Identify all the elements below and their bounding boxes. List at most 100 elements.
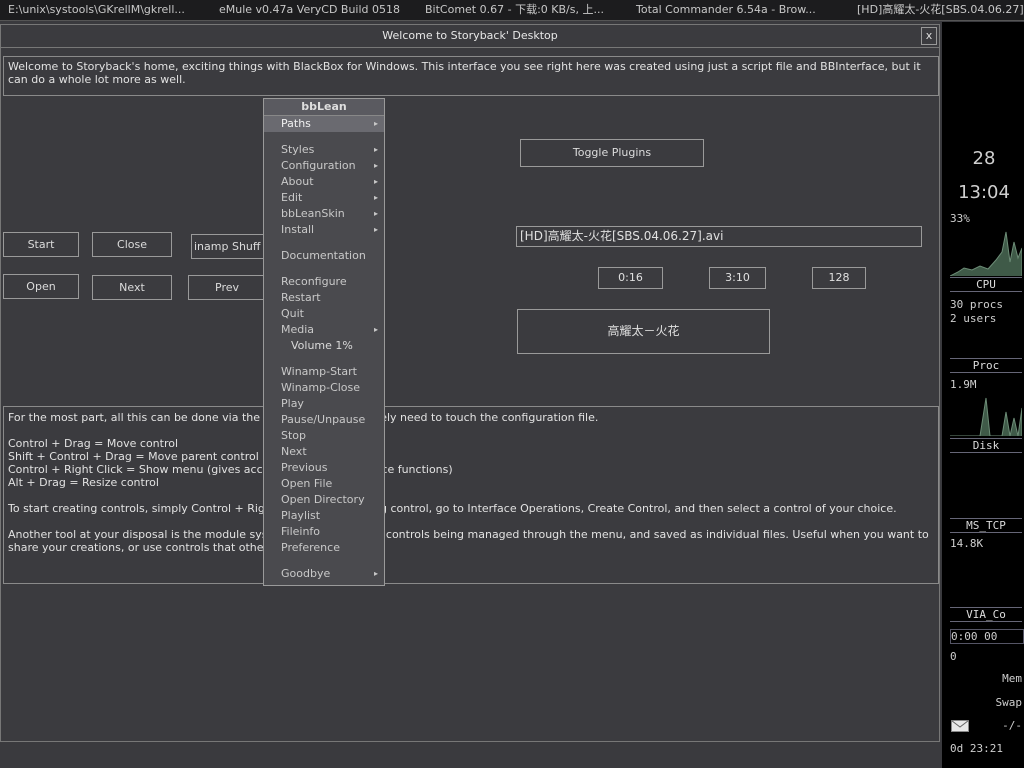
menu-item-label: Play	[281, 397, 304, 410]
gk-cpu-label[interactable]: CPU	[950, 277, 1022, 292]
gk-users: 2 users	[950, 312, 997, 325]
gk-net-label[interactable]: MS_TCP	[950, 518, 1022, 533]
bblean-menu: bbLean Paths ▸ Styles ▸ Configuration ▸ About ▸…	[263, 98, 385, 586]
help-control-line: Shift + Control + Drag = Move parent con…	[8, 450, 259, 463]
gk-disk-label[interactable]: Disk	[950, 438, 1022, 453]
taskbar-item-emule[interactable]: eMule v0.47a VeryCD Build 0518	[211, 0, 417, 20]
submenu-arrow-icon: ▸	[373, 209, 378, 218]
menu-item-label: Install	[281, 223, 315, 236]
menu-item-label: Pause/Unpause	[281, 413, 366, 426]
submenu-arrow-icon: ▸	[373, 177, 378, 186]
help-module-system: Another tool at your disposal is the mod…	[8, 528, 929, 554]
welcome-panel: Welcome to Storyback's home, exciting th…	[3, 56, 939, 96]
menu-item-label: Paths	[281, 117, 311, 130]
menu-item-next[interactable]: Next	[264, 444, 384, 460]
menu-items: Paths ▸ Styles ▸ Configuration ▸ About ▸ Edit ▸ bb…	[264, 116, 384, 582]
menu-item-pause-unpause[interactable]: Pause/Unpause	[264, 412, 384, 428]
menu-title: bbLean	[264, 99, 384, 116]
taskbar-item-total-commander[interactable]: Total Commander 6.54a - Brow...	[628, 0, 849, 20]
menu-item-about[interactable]: About ▸	[264, 174, 384, 190]
menu-item-label: Playlist	[281, 509, 321, 522]
close-icon[interactable]: x	[921, 27, 937, 45]
help-control-line: Alt + Drag = Resize control	[8, 476, 159, 489]
help-intro: For the most part, all this can be done …	[8, 411, 599, 424]
menu-separator	[264, 132, 384, 142]
menu-item-reconfigure[interactable]: Reconfigure	[264, 274, 384, 290]
close-button[interactable]: Close	[92, 232, 172, 257]
menu-separator	[264, 556, 384, 566]
submenu-arrow-icon: ▸	[373, 325, 378, 334]
menu-item-preference[interactable]: Preference	[264, 540, 384, 556]
menu-item-label: Goodbye	[281, 567, 331, 580]
gk-via-label[interactable]: VIA_Co	[950, 607, 1022, 622]
gkrellm-panel: 28 13:04 33% CPU 30 procs 2 users Proc 1…	[942, 22, 1024, 768]
storyback-desktop-window: Welcome to Storyback' Desktop x Welcome …	[0, 24, 940, 742]
menu-item-paths[interactable]: Paths ▸	[264, 116, 384, 132]
cpu-graph	[950, 231, 1022, 276]
menu-item-winamp-close[interactable]: Winamp-Close	[264, 380, 384, 396]
time-elapsed-display: 0:16	[598, 267, 663, 289]
submenu-arrow-icon: ▸	[373, 145, 378, 154]
prev-button[interactable]: Prev	[188, 275, 266, 300]
menu-item-fileinfo[interactable]: Fileinfo	[264, 524, 384, 540]
menu-item-playlist[interactable]: Playlist	[264, 508, 384, 524]
gk-mem-label[interactable]: Mem	[950, 672, 1022, 685]
menu-item-play[interactable]: Play	[264, 396, 384, 412]
menu-item-label: Configuration	[281, 159, 356, 172]
menu-item-restart[interactable]: Restart	[264, 290, 384, 306]
mail-icon[interactable]	[951, 720, 969, 732]
menu-item-styles[interactable]: Styles ▸	[264, 142, 384, 158]
gk-via-value: 0	[950, 650, 957, 663]
gk-proc-label[interactable]: Proc	[950, 358, 1022, 373]
menu-item-documentation[interactable]: Documentation	[264, 248, 384, 264]
disk-graph	[950, 397, 1022, 436]
winamp-shuffle-button[interactable]: inamp Shuff	[191, 234, 265, 259]
menu-item-label: Styles	[281, 143, 315, 156]
menu-item-winamp-start[interactable]: Winamp-Start	[264, 364, 384, 380]
menu-separator	[264, 354, 384, 364]
menu-item-goodbye[interactable]: Goodbye ▸	[264, 566, 384, 582]
menu-item-configuration[interactable]: Configuration ▸	[264, 158, 384, 174]
help-panel: For the most part, all this can be done …	[3, 406, 939, 584]
menu-item-label: Previous	[281, 461, 328, 474]
help-control-line: Control + Right Click = Show menu (gives…	[8, 463, 453, 476]
toggle-plugins-button[interactable]: Toggle Plugins	[520, 139, 704, 167]
menu-item-label: Documentation	[281, 249, 366, 262]
gk-uptime: 0d 23:21	[950, 742, 1003, 755]
submenu-arrow-icon: ▸	[373, 161, 378, 170]
next-button[interactable]: Next	[92, 275, 172, 300]
open-button[interactable]: Open	[3, 274, 79, 299]
start-button[interactable]: Start	[3, 232, 79, 257]
help-create-controls: To start creating controls, simply Contr…	[8, 502, 897, 515]
taskbar-item-bitcomet[interactable]: BitComet 0.67 - 下载:0 KB/s, 上...	[417, 0, 628, 20]
submenu-arrow-icon: ▸	[373, 225, 378, 234]
menu-item-label: Stop	[281, 429, 307, 442]
submenu-arrow-icon: ▸	[373, 119, 378, 128]
gk-day: 28	[972, 148, 996, 169]
menu-item-open-file[interactable]: Open File	[264, 476, 384, 492]
window-title: Welcome to Storyback' Desktop	[1, 25, 939, 48]
menu-item-label: Restart	[281, 291, 321, 304]
menu-item-bbleanskin[interactable]: bbLeanSkin ▸	[264, 206, 384, 222]
menu-item-open-directory[interactable]: Open Directory	[264, 492, 384, 508]
menu-item-stop[interactable]: Stop	[264, 428, 384, 444]
bitrate-display: 128	[812, 267, 866, 289]
menu-item-label: Next	[281, 445, 307, 458]
taskbar-item-gkrellm[interactable]: E:\unix\systools\GKrellM\gkrell...	[0, 0, 211, 20]
taskbar: E:\unix\systools\GKrellM\gkrell... eMule…	[0, 0, 1024, 21]
menu-separator	[264, 264, 384, 274]
menu-item-install[interactable]: Install ▸	[264, 222, 384, 238]
menu-item-label: Open File	[281, 477, 333, 490]
menu-item-label: Open Directory	[281, 493, 365, 506]
taskbar-item-video[interactable]: [HD]高耀太-火花[SBS.04.06.27]....	[849, 0, 1024, 20]
gk-swap-label[interactable]: Swap	[950, 696, 1023, 709]
gk-net-value: 14.8K	[950, 537, 984, 550]
menu-item-volume-1[interactable]: Volume 1%	[264, 338, 384, 354]
menu-item-edit[interactable]: Edit ▸	[264, 190, 384, 206]
menu-item-quit[interactable]: Quit	[264, 306, 384, 322]
menu-item-label: Preference	[281, 541, 340, 554]
time-total-display: 3:10	[709, 267, 766, 289]
menu-item-media[interactable]: Media ▸	[264, 322, 384, 338]
submenu-arrow-icon: ▸	[373, 569, 378, 578]
menu-item-previous[interactable]: Previous	[264, 460, 384, 476]
